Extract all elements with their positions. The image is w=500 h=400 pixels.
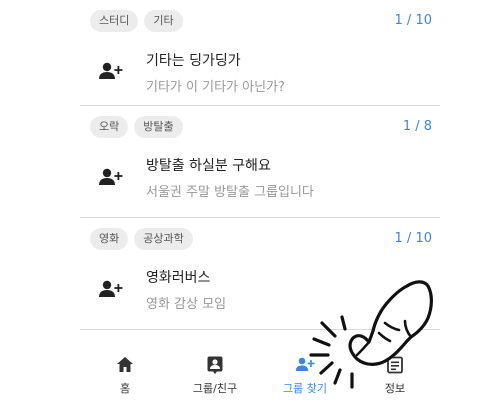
group-description: 기타가 이 기타가 아닌가? <box>146 80 285 95</box>
nav-groups-friends[interactable]: 그룹/친구 <box>170 343 260 400</box>
tag: 영화 <box>90 228 129 250</box>
app-screen: 스터디 기타 1 / 10 기타는 딩가딩가 기타가 이 기타가 아닌가? 오락… <box>0 0 500 400</box>
tag: 스터디 <box>90 10 139 32</box>
group-description: 서울권 주말 방탈출 그룹입니다 <box>146 185 314 200</box>
bottom-navigation: 홈 그룹/친구 그룹 찾기 정보 <box>80 343 440 400</box>
nav-find-group[interactable]: 그룹 찾기 <box>260 343 350 400</box>
group-list: 스터디 기타 1 / 10 기타는 딩가딩가 기타가 이 기타가 아닌가? 오락… <box>80 0 440 330</box>
person-add-icon[interactable] <box>98 168 124 186</box>
group-card[interactable]: 오락 방탈출 1 / 8 방탈출 하실분 구해요 서울권 주말 방탈출 그룹입니… <box>80 106 440 218</box>
nav-info[interactable]: 정보 <box>350 343 440 400</box>
tag-list: 영화 공상과학 <box>90 228 193 250</box>
group-title: 영화러버스 <box>146 270 211 286</box>
person-add-icon[interactable] <box>98 280 124 298</box>
group-title: 방탈출 하실분 구해요 <box>146 158 271 174</box>
member-count: 1 / 10 <box>394 231 432 246</box>
tag: 오락 <box>90 116 129 138</box>
tag: 방탈출 <box>134 116 183 138</box>
group-description: 영화 감상 모임 <box>146 297 227 312</box>
contact-icon <box>207 356 223 374</box>
nav-home[interactable]: 홈 <box>80 343 170 400</box>
nav-label: 홈 <box>119 382 131 395</box>
tag-list: 오락 방탈출 <box>90 116 183 138</box>
group-card[interactable]: 영화 공상과학 1 / 10 영화러버스 영화 감상 모임 <box>80 218 440 330</box>
info-icon <box>387 356 403 374</box>
person-add-icon[interactable] <box>98 62 124 80</box>
member-count: 1 / 8 <box>402 119 432 134</box>
group-title: 기타는 딩가딩가 <box>146 53 241 69</box>
nav-label: 그룹/친구 <box>192 382 238 395</box>
tag-list: 스터디 기타 <box>90 10 183 32</box>
home-icon <box>117 357 133 372</box>
group-add-icon <box>295 357 315 371</box>
nav-label: 정보 <box>384 382 406 395</box>
group-card[interactable]: 스터디 기타 1 / 10 기타는 딩가딩가 기타가 이 기타가 아닌가? <box>80 0 440 106</box>
tag: 공상과학 <box>134 228 193 250</box>
tag: 기타 <box>144 10 183 32</box>
nav-label: 그룹 찾기 <box>283 382 327 395</box>
member-count: 1 / 10 <box>394 13 432 28</box>
